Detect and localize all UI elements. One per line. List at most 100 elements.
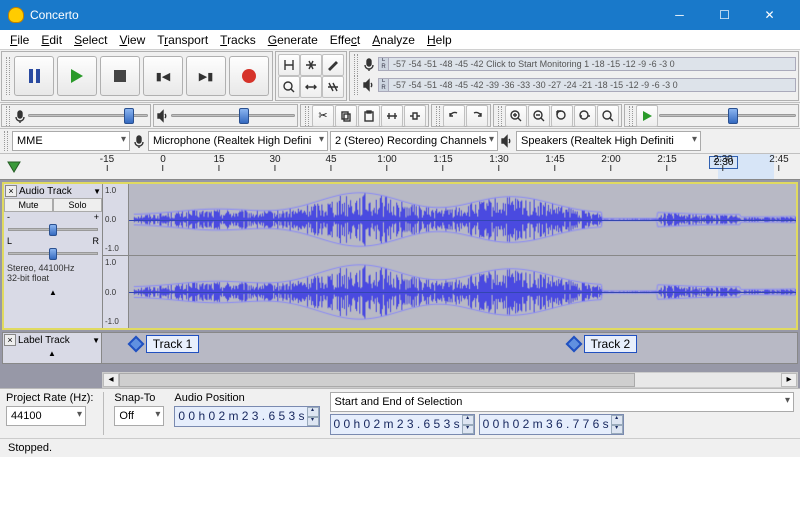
copy-button[interactable] (335, 105, 357, 127)
grip-icon[interactable] (4, 131, 8, 151)
ruler-tick: 2:45 (769, 154, 788, 171)
play-head-icon[interactable] (6, 159, 22, 175)
menu-effect[interactable]: Effect (324, 31, 366, 49)
playback-device-select[interactable]: Speakers (Realtek High Definiti (516, 131, 701, 151)
menu-select[interactable]: Select (68, 31, 113, 49)
grip-icon[interactable] (6, 57, 10, 95)
horizontal-scrollbar[interactable]: ◂ ▸ (102, 372, 798, 388)
label-marker[interactable]: Track 1 (130, 335, 200, 353)
track-info: Stereo, 44100Hz 32-bit float (4, 260, 102, 286)
menu-analyze[interactable]: Analyze (366, 31, 421, 49)
solo-button[interactable]: Solo (53, 198, 102, 212)
recording-meter[interactable]: LR -57 -54 -51 -48 -45 -42 Click to Star… (378, 57, 796, 71)
label-marker[interactable]: Track 2 (568, 335, 638, 353)
recording-volume-slider[interactable] (28, 108, 148, 124)
audio-position-field[interactable]: 0 0 h 0 2 m 2 3 . 6 5 3 s▴▾ (174, 406, 319, 427)
paste-button[interactable] (358, 105, 380, 127)
menu-file[interactable]: File (4, 31, 35, 49)
grip-icon[interactable] (498, 106, 502, 126)
skip-start-button[interactable]: ▮◀ (143, 56, 183, 96)
selection-mode-select[interactable]: Start and End of Selection (330, 392, 795, 412)
fit-project-button[interactable] (574, 105, 596, 127)
menu-view[interactable]: View (113, 31, 151, 49)
waveform-channel-right[interactable]: 1.00.0-1.0 (103, 256, 796, 328)
pan-slider[interactable] (8, 247, 98, 259)
play-button[interactable] (57, 56, 97, 96)
envelope-tool[interactable] (300, 54, 322, 76)
gain-slider[interactable] (8, 223, 98, 235)
playback-speed-slider[interactable] (659, 108, 796, 124)
multi-tool[interactable] (322, 76, 344, 98)
zoom-toggle-button[interactable] (597, 105, 619, 127)
speaker-icon (362, 78, 376, 92)
record-button[interactable] (229, 56, 269, 96)
fit-selection-button[interactable] (551, 105, 573, 127)
menu-transport[interactable]: Transport (151, 31, 214, 49)
selection-tool[interactable] (278, 54, 300, 76)
track-close-button[interactable]: × (5, 185, 17, 197)
cut-button[interactable]: ✂ (312, 105, 334, 127)
label-track-row: × Label Track ▼ ▲ Track 1 Track 2 (2, 332, 798, 364)
track-collapse-button[interactable]: ▲ (3, 347, 101, 360)
recording-device-select[interactable]: Microphone (Realtek High Defini (148, 131, 328, 151)
label-handle-icon[interactable] (565, 336, 582, 353)
pause-button[interactable] (14, 56, 54, 96)
grip-icon[interactable] (354, 54, 358, 74)
monitor-hint[interactable]: Click to Start Monitoring (486, 59, 582, 69)
project-rate-select[interactable]: 44100 (6, 406, 86, 426)
track-name[interactable]: Audio Track (19, 186, 93, 197)
label-text[interactable]: Track 2 (584, 335, 638, 353)
zoom-out-button[interactable] (528, 105, 550, 127)
close-button[interactable]: ✕ (747, 0, 792, 30)
scroll-left-button[interactable]: ◂ (103, 373, 119, 387)
menu-generate[interactable]: Generate (262, 31, 324, 49)
zoom-in-button[interactable] (505, 105, 527, 127)
menu-help[interactable]: Help (421, 31, 458, 49)
waveform-area[interactable]: 1.00.0-1.0 1.00.0-1.0 (103, 184, 796, 328)
grip-icon[interactable] (6, 106, 10, 126)
grip-icon[interactable] (305, 106, 309, 126)
zoom-tool[interactable] (278, 76, 300, 98)
minimize-button[interactable]: ─ (657, 0, 702, 30)
recording-channels-select[interactable]: 2 (Stereo) Recording Channels (330, 131, 498, 151)
undo-button[interactable] (443, 105, 465, 127)
pin-area[interactable] (0, 154, 100, 179)
snap-to-select[interactable]: Off (114, 406, 164, 426)
audio-host-select[interactable]: MME (12, 131, 130, 151)
scroll-right-button[interactable]: ▸ (781, 373, 797, 387)
stop-button[interactable] (100, 56, 140, 96)
mute-button[interactable]: Mute (4, 198, 53, 212)
track-name[interactable]: Label Track (18, 335, 92, 346)
draw-tool[interactable] (322, 54, 344, 76)
grip-icon[interactable] (354, 75, 358, 95)
play-at-speed-button[interactable] (636, 105, 658, 127)
ruler-tick: 1:15 (433, 154, 452, 171)
label-text[interactable]: Track 1 (146, 335, 200, 353)
grip-icon[interactable] (436, 106, 440, 126)
amplitude-scale: 1.00.0-1.0 (103, 256, 129, 328)
track-collapse-button[interactable]: ▲ (4, 286, 102, 299)
label-handle-icon[interactable] (127, 336, 144, 353)
selection-start-field[interactable]: 0 0 h 0 2 m 2 3 . 6 5 3 s▴▾ (330, 414, 475, 435)
label-track-area[interactable]: Track 1 Track 2 (102, 333, 797, 363)
silence-button[interactable] (404, 105, 426, 127)
waveform-channel-left[interactable]: 1.00.0-1.0 (103, 184, 796, 256)
redo-button[interactable] (466, 105, 488, 127)
timeline-ruler[interactable]: 2:30 -1501530451:001:151:301:452:002:152… (0, 154, 800, 180)
ruler-tick: 0 (160, 154, 166, 171)
selection-end-field[interactable]: 0 0 h 0 2 m 3 6 . 7 7 6 s▴▾ (479, 414, 624, 435)
track-menu-dropdown[interactable]: ▼ (92, 336, 100, 345)
maximize-button[interactable]: ☐ (702, 0, 747, 30)
track-close-button[interactable]: × (4, 334, 16, 346)
skip-end-button[interactable]: ▶▮ (186, 56, 226, 96)
timeshift-tool[interactable] (300, 76, 322, 98)
menu-tracks[interactable]: Tracks (214, 31, 262, 49)
scroll-thumb[interactable] (119, 373, 635, 387)
menu-edit[interactable]: Edit (35, 31, 68, 49)
track-area: × Audio Track ▼ Mute Solo -+ LR Stereo, … (0, 180, 800, 388)
playback-meter[interactable]: LR -57 -54 -51 -48 -45 -42 -39 -36 -33 -… (378, 78, 796, 92)
track-menu-dropdown[interactable]: ▼ (93, 187, 101, 196)
grip-icon[interactable] (629, 106, 633, 126)
playback-volume-slider[interactable] (171, 108, 295, 124)
trim-button[interactable] (381, 105, 403, 127)
